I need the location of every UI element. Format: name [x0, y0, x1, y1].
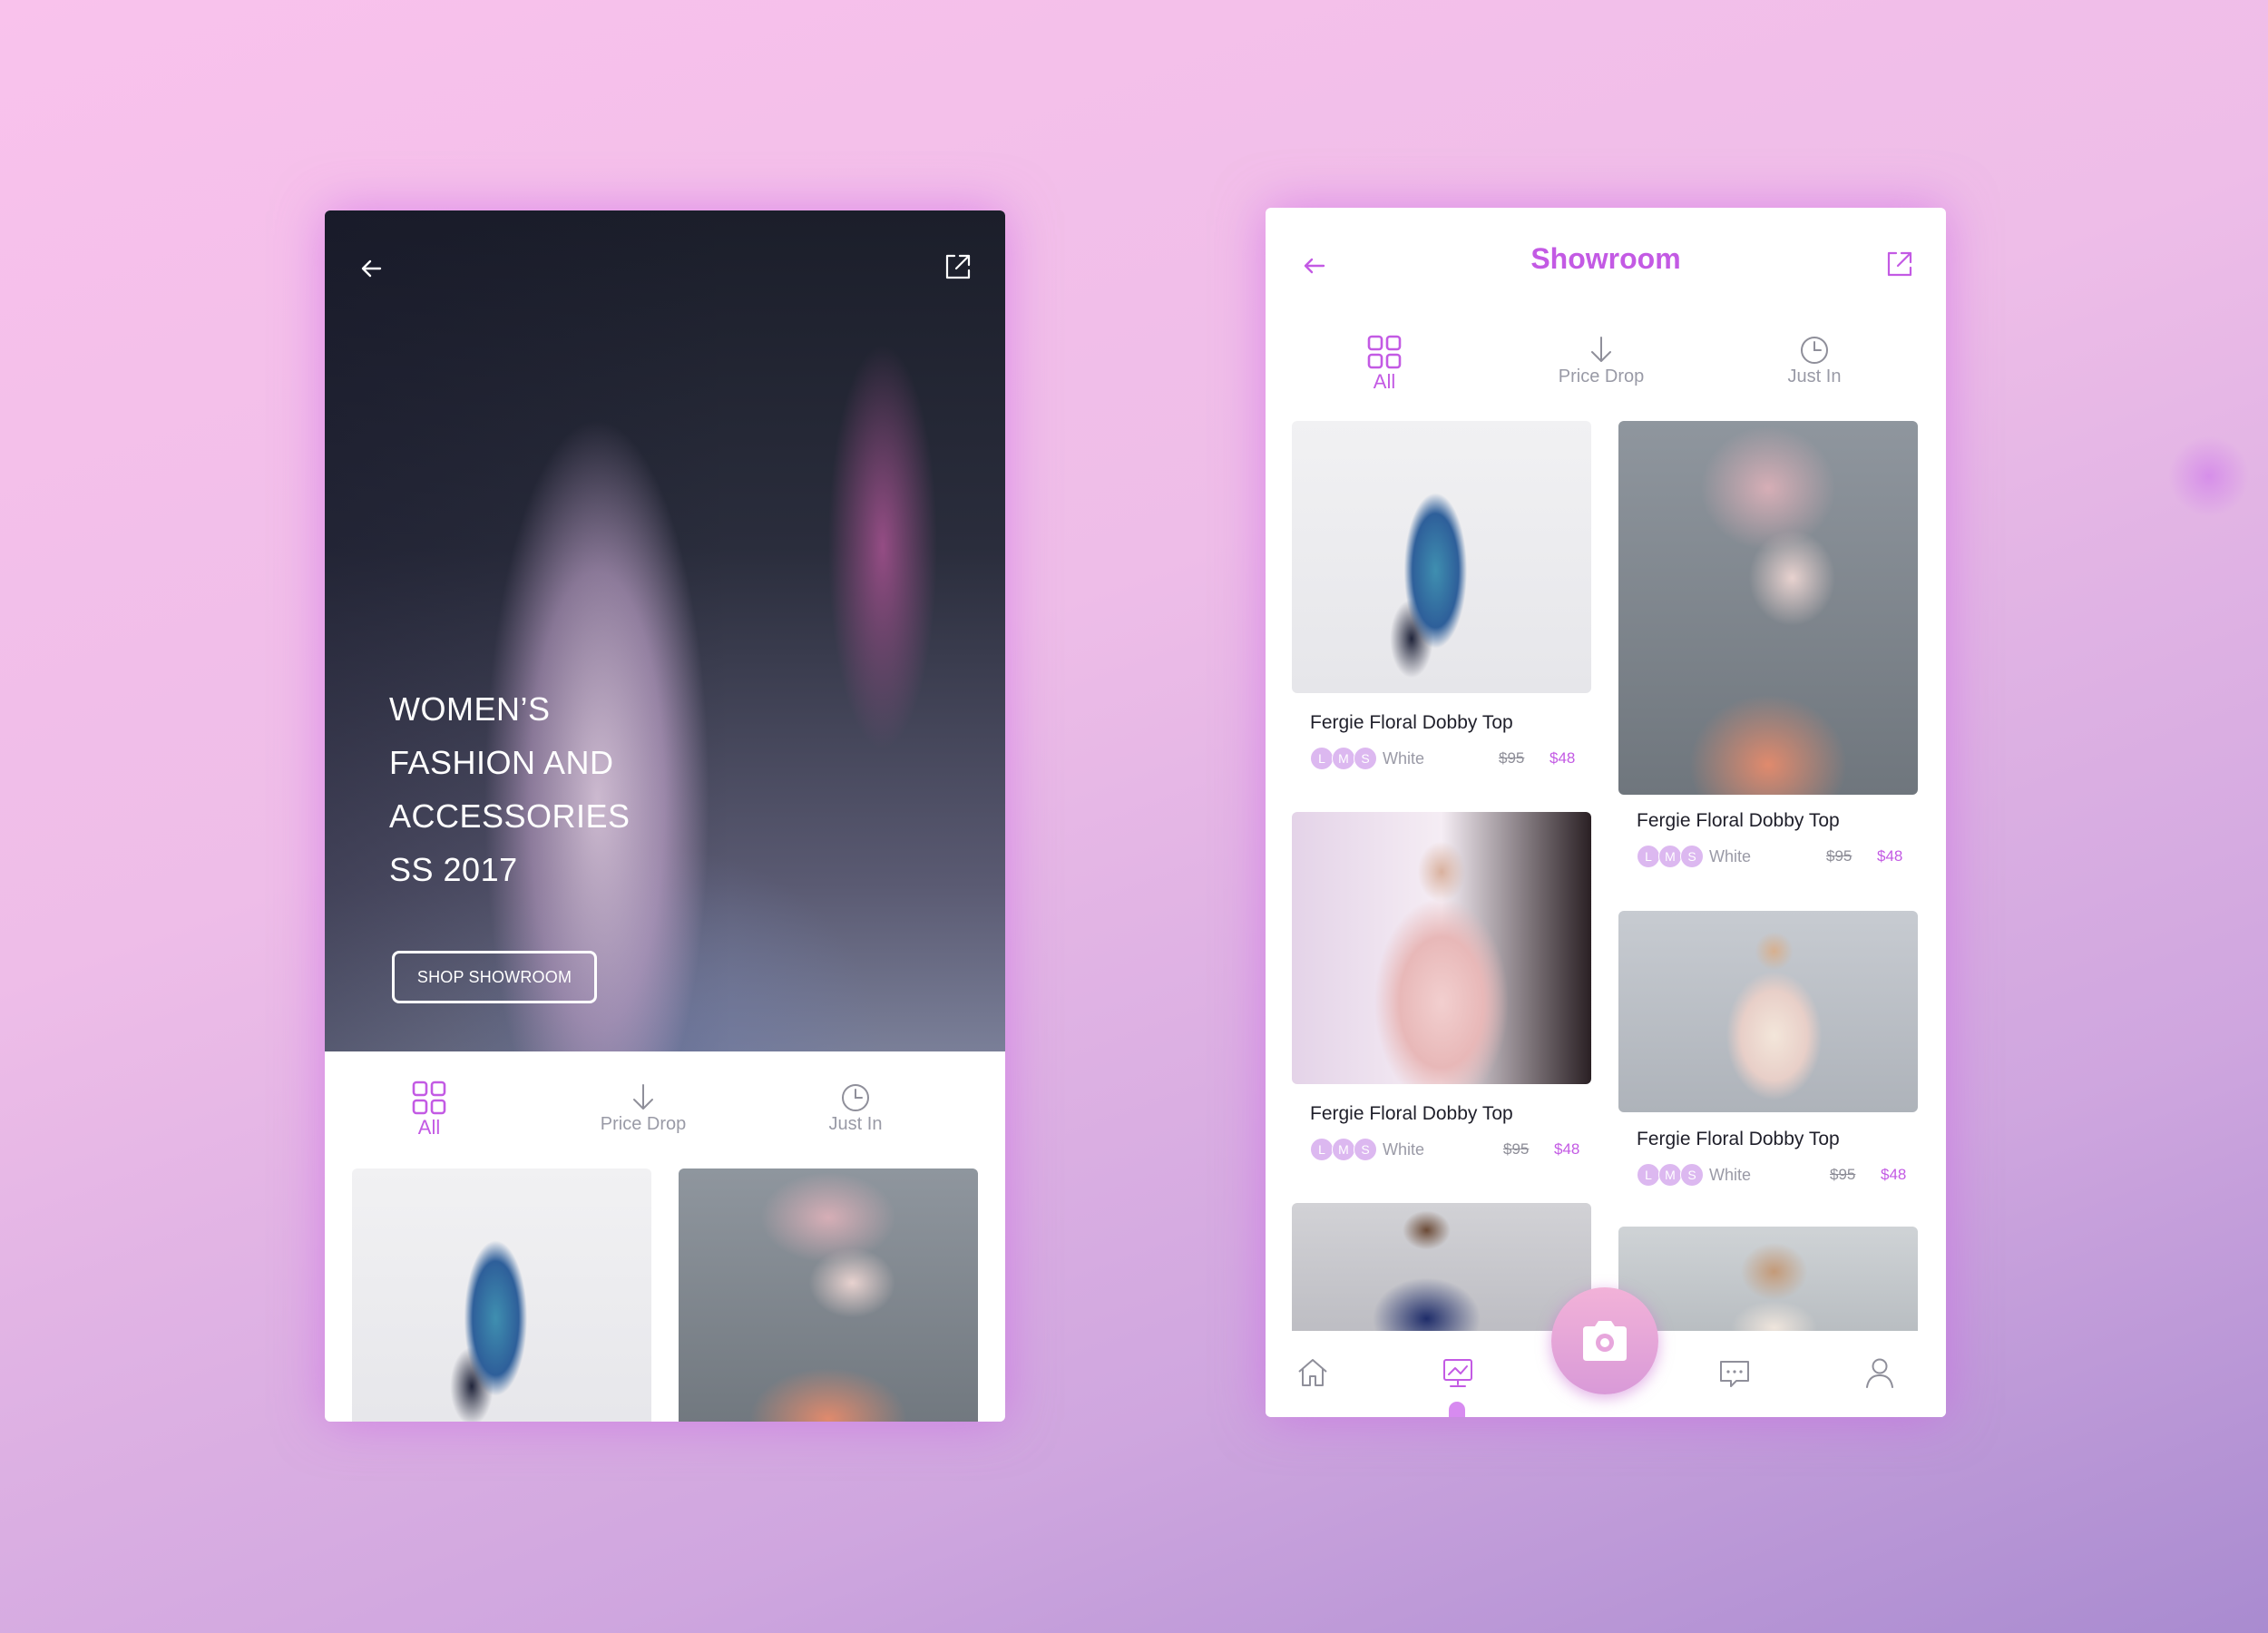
size-dot[interactable]: M: [1332, 1138, 1355, 1161]
product-image[interactable]: [1292, 421, 1591, 693]
tab-label: Price Drop: [600, 1114, 687, 1134]
sale-price: $48: [1881, 1166, 1907, 1183]
size-dot[interactable]: M: [1332, 747, 1355, 770]
product-image[interactable]: [1292, 1203, 1591, 1339]
product-image[interactable]: [679, 1169, 978, 1422]
size-dot[interactable]: S: [1354, 747, 1377, 770]
clock-icon: [1801, 337, 1828, 364]
tab-label: All: [1373, 370, 1396, 393]
product-meta: L M S White: [1310, 747, 1425, 770]
tab-label: Just In: [828, 1114, 883, 1134]
tab-label: All: [417, 1116, 441, 1139]
left-phone-screen: WOMEN’S FASHION AND ACCESSORIES SS 2017 …: [325, 210, 1005, 1422]
product-meta: L M S White: [1637, 1163, 1752, 1187]
camera-icon: [1583, 1321, 1627, 1361]
clock-icon: [842, 1084, 869, 1111]
sale-price: $48: [1549, 749, 1576, 767]
old-price: $95: [1499, 749, 1525, 767]
background-glow-dot: [2168, 435, 2250, 517]
product-meta: L M S White: [1310, 1138, 1425, 1161]
product-image[interactable]: [1292, 812, 1591, 1084]
product-image[interactable]: [352, 1169, 651, 1422]
grid-icon: [1367, 335, 1402, 369]
tab-all[interactable]: All: [357, 1080, 502, 1139]
product-image[interactable]: [1618, 1227, 1918, 1339]
camera-button[interactable]: [1551, 1287, 1658, 1394]
hero-title-line: SS 2017: [389, 851, 518, 888]
size-dot[interactable]: L: [1637, 1163, 1660, 1187]
hero-title-line: ACCESSORIES: [389, 797, 631, 835]
tab-just-in[interactable]: Just In: [1742, 334, 1887, 387]
tab-all[interactable]: All: [1312, 334, 1457, 394]
grid-icon: [412, 1081, 446, 1115]
right-phone-screen: Showroom All Price Drop Just In Fergie F…: [1266, 208, 1946, 1417]
share-icon[interactable]: [938, 247, 978, 287]
tab-label: Just In: [1787, 367, 1842, 386]
tab-just-in[interactable]: Just In: [783, 1081, 928, 1135]
showroom-icon[interactable]: [1440, 1354, 1476, 1391]
size-dot[interactable]: M: [1658, 1163, 1682, 1187]
sale-price: $48: [1877, 847, 1903, 865]
tab-label: Price Drop: [1558, 367, 1645, 386]
profile-icon[interactable]: [1862, 1354, 1898, 1391]
tab-price-drop[interactable]: Price Drop: [1529, 334, 1674, 387]
product-color: White: [1709, 1165, 1752, 1184]
home-icon[interactable]: [1295, 1354, 1331, 1391]
old-price: $95: [1830, 1166, 1856, 1183]
size-dot[interactable]: M: [1658, 845, 1682, 868]
product-name[interactable]: Fergie Floral Dobby Top: [1310, 1103, 1513, 1125]
active-tab-indicator: [1449, 1402, 1465, 1417]
tab-price-drop[interactable]: Price Drop: [571, 1081, 716, 1135]
chat-icon[interactable]: [1716, 1355, 1753, 1392]
hero-image: [325, 210, 1005, 1051]
size-dot[interactable]: S: [1354, 1138, 1377, 1161]
product-name[interactable]: Fergie Floral Dobby Top: [1637, 810, 1840, 832]
hero-title-line: WOMEN’S: [389, 690, 551, 728]
product-name[interactable]: Fergie Floral Dobby Top: [1310, 712, 1513, 734]
product-name[interactable]: Fergie Floral Dobby Top: [1637, 1129, 1840, 1150]
hero-title: WOMEN’S FASHION AND ACCESSORIES SS 2017: [389, 682, 770, 896]
product-color: White: [1383, 1139, 1425, 1159]
size-dot[interactable]: L: [1310, 1138, 1334, 1161]
product-color: White: [1709, 846, 1752, 865]
old-price: $95: [1503, 1140, 1530, 1158]
size-dot[interactable]: S: [1680, 845, 1704, 868]
arrow-down-icon: [1591, 337, 1611, 362]
shop-showroom-button[interactable]: SHOP SHOWROOM: [392, 951, 597, 1003]
product-image[interactable]: [1618, 911, 1918, 1112]
sale-price: $48: [1554, 1140, 1580, 1158]
page-title: Showroom: [1530, 242, 1681, 275]
product-meta: L M S White: [1637, 845, 1752, 868]
old-price: $95: [1826, 847, 1853, 865]
back-arrow-icon[interactable]: [353, 249, 393, 288]
size-dot[interactable]: L: [1310, 747, 1334, 770]
product-image[interactable]: [1618, 421, 1918, 795]
size-dot[interactable]: S: [1680, 1163, 1704, 1187]
hero-title-line: FASHION AND: [389, 744, 614, 781]
share-icon[interactable]: [1880, 244, 1920, 284]
product-color: White: [1383, 748, 1425, 768]
size-dot[interactable]: L: [1637, 845, 1660, 868]
arrow-down-icon: [633, 1084, 653, 1110]
